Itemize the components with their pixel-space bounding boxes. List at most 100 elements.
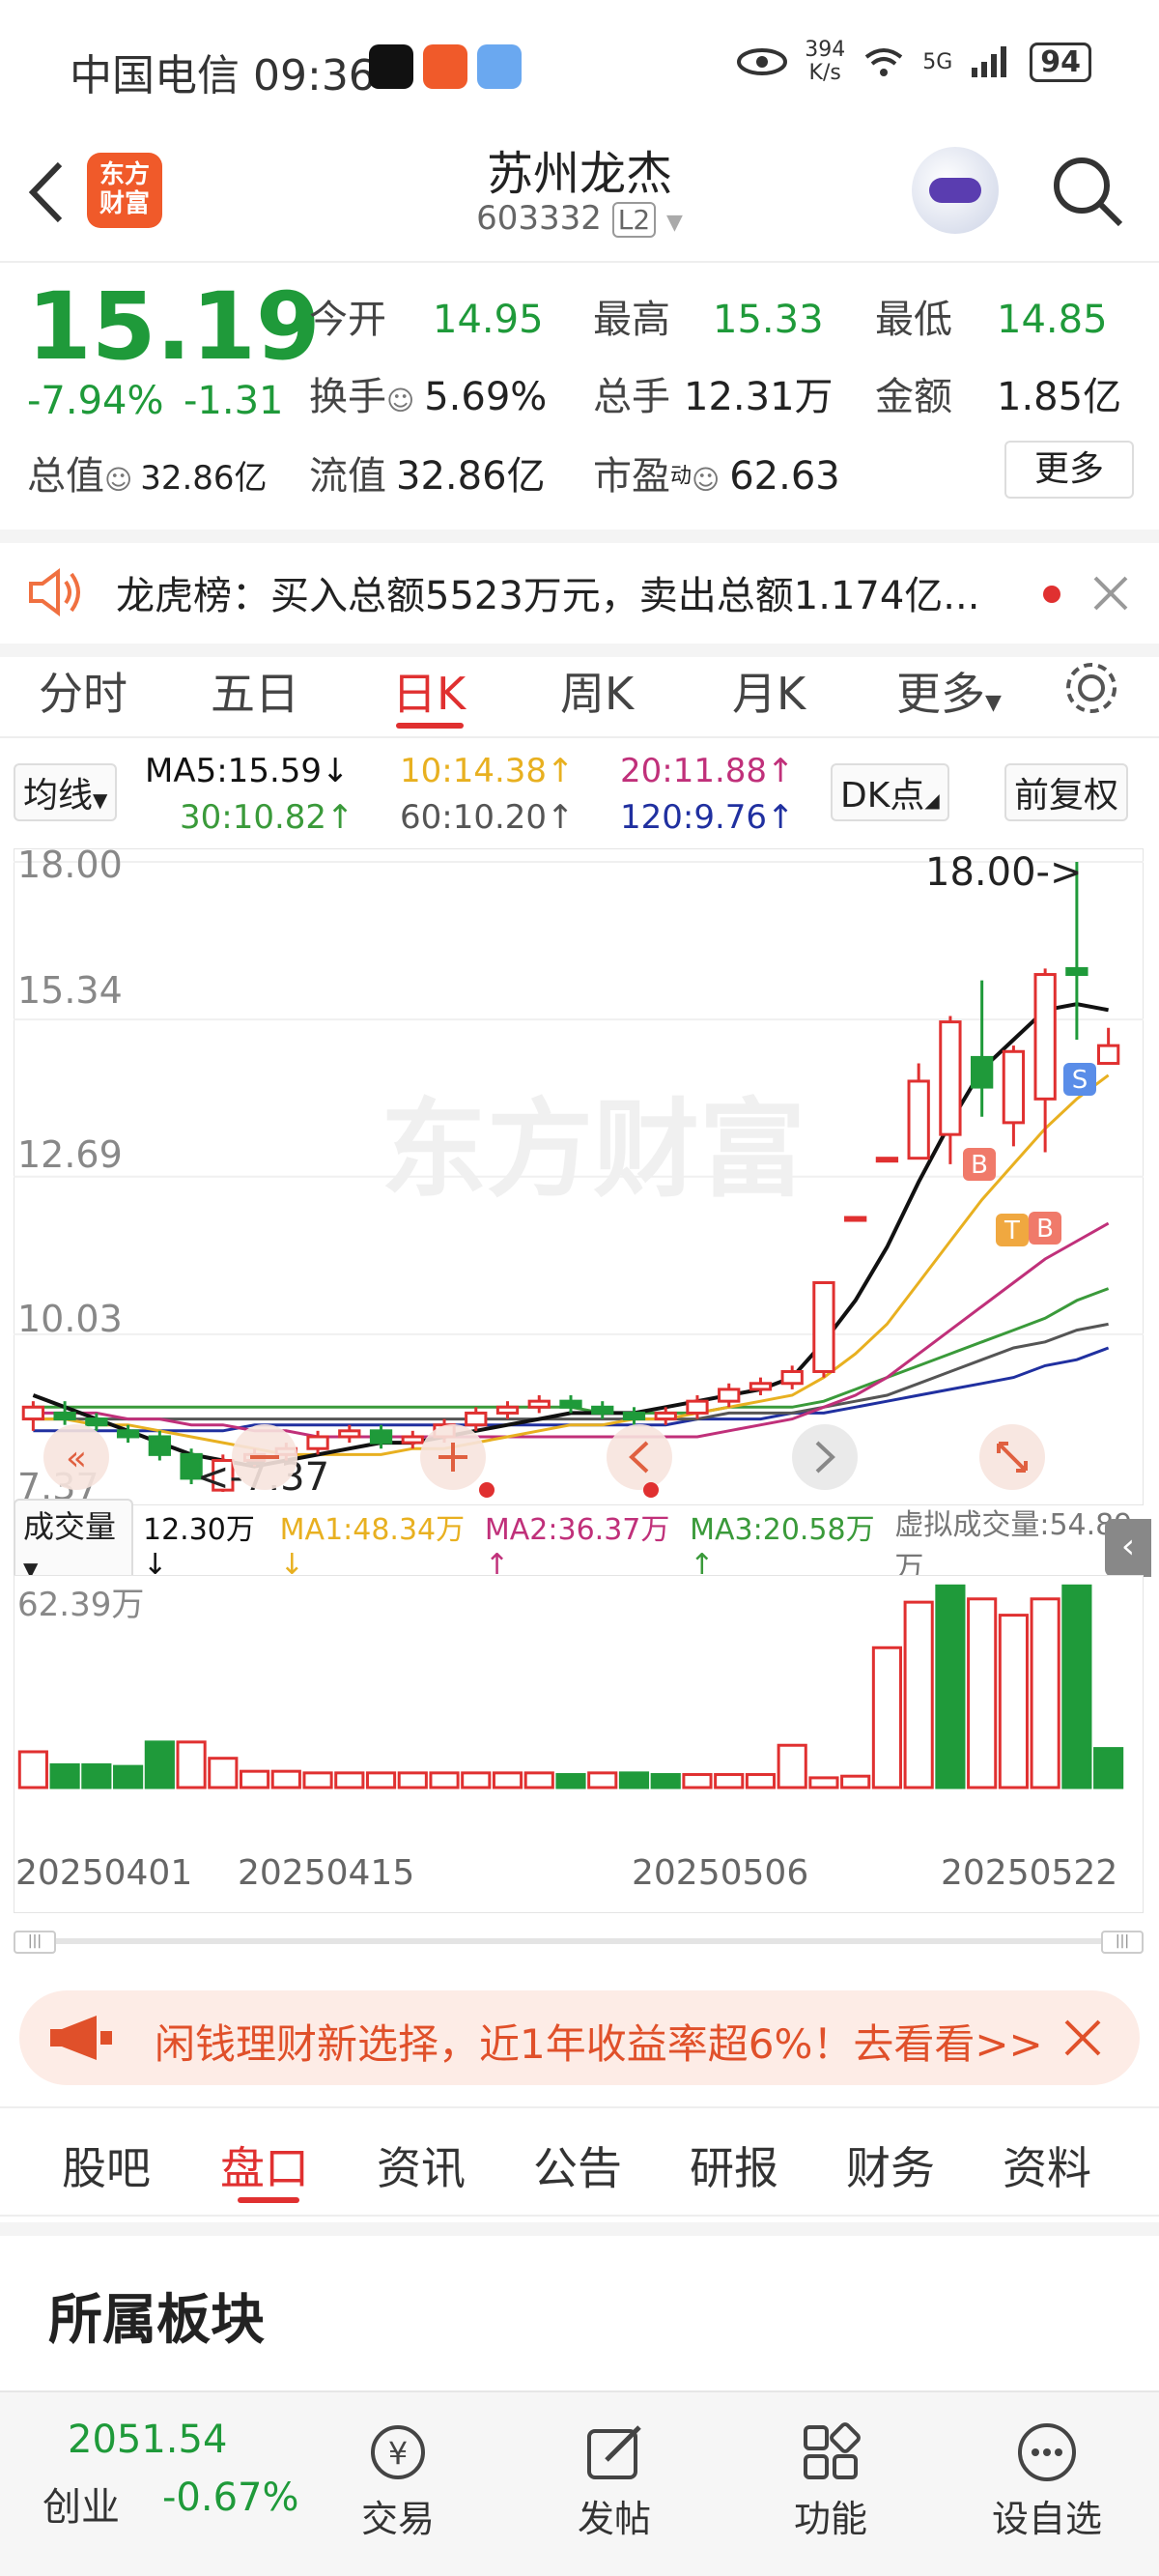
- tab-forum[interactable]: 股吧: [62, 2133, 151, 2197]
- index-value[interactable]: 2051.54: [68, 2418, 227, 2462]
- x-tick-label: 20250506: [632, 1853, 808, 1893]
- vol-ma1-value: MA1:48.34万↓: [279, 1512, 466, 1582]
- pe-field: 市盈动☺ 62.63: [593, 454, 840, 499]
- volume-bar: [714, 1773, 745, 1789]
- candle-body: [971, 1055, 994, 1089]
- tab-daily-k[interactable]: 日K: [392, 659, 466, 723]
- candlestick-chart[interactable]: 东方财富 18.00 15.34 12.69 10.03 7.37 18.00-…: [14, 848, 1144, 1505]
- yen-icon: ¥: [371, 2425, 425, 2479]
- candle-body: [844, 1216, 867, 1222]
- tab-more[interactable]: 更多▼: [896, 659, 1002, 723]
- index-name[interactable]: 创业: [42, 2476, 120, 2532]
- close-icon[interactable]: [1091, 574, 1130, 613]
- change-percent: -7.94%: [27, 379, 164, 423]
- volume-bar: [461, 1771, 492, 1789]
- volume-bar: [587, 1771, 618, 1789]
- more-button[interactable]: 更多: [1004, 441, 1134, 499]
- ma60-value: 60:10.20↑: [400, 798, 575, 837]
- tab-announcements[interactable]: 公告: [533, 2133, 622, 2197]
- tab-news[interactable]: 资讯: [377, 2133, 466, 2197]
- chevron-down-icon: ▼: [985, 691, 1002, 715]
- volume-bar: [998, 1614, 1029, 1789]
- nav-trade[interactable]: ¥ 交易: [321, 2421, 475, 2542]
- grid-apps-icon: [804, 2422, 861, 2479]
- volume-panel[interactable]: 成交量▼ 12.30万↓ MA1:48.34万↓ MA2:36.37万↑ MA3…: [14, 1499, 1151, 1913]
- signal-bars-icon: [972, 46, 1007, 77]
- gear-icon[interactable]: [1062, 659, 1120, 717]
- stock-header: 东方 财富 苏州龙杰 603332 L2 ▼: [0, 135, 1159, 263]
- y-tick-label: 18.00: [17, 848, 123, 886]
- candle-body: [148, 1435, 171, 1456]
- volume-bar: [239, 1769, 270, 1789]
- volume-bar: [555, 1773, 586, 1789]
- candle-body: [1033, 973, 1057, 1101]
- search-icon[interactable]: [1049, 153, 1126, 230]
- nav-features[interactable]: 功能: [753, 2421, 908, 2542]
- tab-five-day[interactable]: 五日: [211, 659, 299, 723]
- info-tabs: 股吧 盘口 资讯 公告 研报 财务 资料: [0, 2106, 1159, 2217]
- ma-type-select[interactable]: 均线▼: [14, 763, 118, 821]
- ma120-value: 120:9.76↑: [620, 798, 795, 837]
- tab-weekly-k[interactable]: 周K: [560, 659, 634, 723]
- eye-icon: [737, 48, 788, 75]
- candle-body: [939, 1020, 962, 1136]
- volume-bar: [903, 1600, 934, 1789]
- clock: 09:36: [253, 51, 376, 100]
- unread-dot: [1043, 586, 1060, 603]
- volume-bar: [1093, 1747, 1124, 1789]
- chevron-down-icon: ▼: [665, 211, 683, 235]
- index-change[interactable]: -0.67%: [162, 2476, 299, 2520]
- scroll-left-icon: [607, 1424, 672, 1490]
- stock-code: 603332: [476, 199, 602, 238]
- tab-financials[interactable]: 财务: [846, 2133, 935, 2197]
- candle-body: [53, 1411, 76, 1421]
- volume-bar: [176, 1740, 207, 1789]
- volume-bar: [523, 1771, 554, 1789]
- volume-legend: 成交量▼ 12.30万↓ MA1:48.34万↓ MA2:36.37万↑ MA3…: [14, 1499, 1144, 1588]
- price-adjust-select[interactable]: 前复权: [1004, 763, 1129, 821]
- tab-intraday[interactable]: 分时: [39, 659, 127, 723]
- range-handle-right[interactable]: |||: [1101, 1931, 1144, 1954]
- x-tick-label: 20250415: [238, 1853, 414, 1893]
- dragon-tiger-notice[interactable]: 龙虎榜：买入总额5523万元，卖出总额1.174亿...: [0, 530, 1159, 657]
- nav-post[interactable]: 发帖: [537, 2421, 692, 2542]
- candle-body: [338, 1429, 361, 1439]
- nav-add-watchlist[interactable]: 设自选: [970, 2421, 1124, 2542]
- candle-body: [21, 1405, 45, 1421]
- ma30-value: 30:10.82↑: [180, 798, 354, 837]
- candle-body: [812, 1280, 835, 1373]
- candle-body: [780, 1369, 804, 1386]
- close-icon[interactable]: [1062, 2018, 1103, 2058]
- candle-body: [875, 1157, 899, 1163]
- weather-icon: [477, 44, 522, 89]
- chart-range-scrollbar[interactable]: ||| |||: [14, 1931, 1144, 1954]
- range-handle-left[interactable]: |||: [14, 1931, 56, 1954]
- buy-signal-label: B: [1036, 1215, 1054, 1244]
- volume-chart: 62.39万 20250401 20250415 20250506 202505…: [14, 1575, 1144, 1913]
- y-tick-label: 10.03: [17, 1298, 123, 1340]
- volume-bar: [270, 1769, 301, 1789]
- candle-body: [401, 1435, 424, 1445]
- status-bar: 中国电信 09:36 394 K/s 5G 94: [0, 0, 1159, 135]
- tab-monthly-k[interactable]: 月K: [732, 659, 806, 723]
- ma20-value: 20:11.88↑: [620, 752, 795, 790]
- candle-body: [306, 1435, 329, 1450]
- status-right: 394 K/s 5G 94: [737, 39, 1091, 85]
- volume-bar: [17, 1750, 48, 1789]
- section-title: 所属板块: [48, 2289, 265, 2352]
- promo-banner[interactable]: 闲钱理财新选择，近1年收益率超6%！去看看>>: [19, 1990, 1140, 2085]
- notice-text: 龙虎榜：买入总额5523万元，卖出总额1.174亿...: [116, 574, 980, 618]
- tab-order-book[interactable]: 盘口: [220, 2133, 309, 2197]
- collapse-panel-button[interactable]: ‹: [1105, 1519, 1151, 1577]
- chart-period-tabs: 分时 五日 日K 周K 月K 更多▼: [0, 640, 1159, 738]
- open-field: 今开 14.95: [309, 298, 544, 342]
- speaker-icon: [29, 568, 80, 616]
- volume-bar: [208, 1757, 239, 1789]
- tab-research[interactable]: 研报: [690, 2133, 778, 2197]
- robot-assistant-icon[interactable]: [912, 147, 999, 234]
- tab-profile[interactable]: 资料: [1003, 2133, 1091, 2197]
- level-badge: L2: [611, 202, 657, 238]
- low-field: 最低 14.85: [875, 298, 1108, 342]
- dk-point-select[interactable]: DK点◢: [831, 763, 949, 821]
- edit-icon: [587, 2425, 641, 2479]
